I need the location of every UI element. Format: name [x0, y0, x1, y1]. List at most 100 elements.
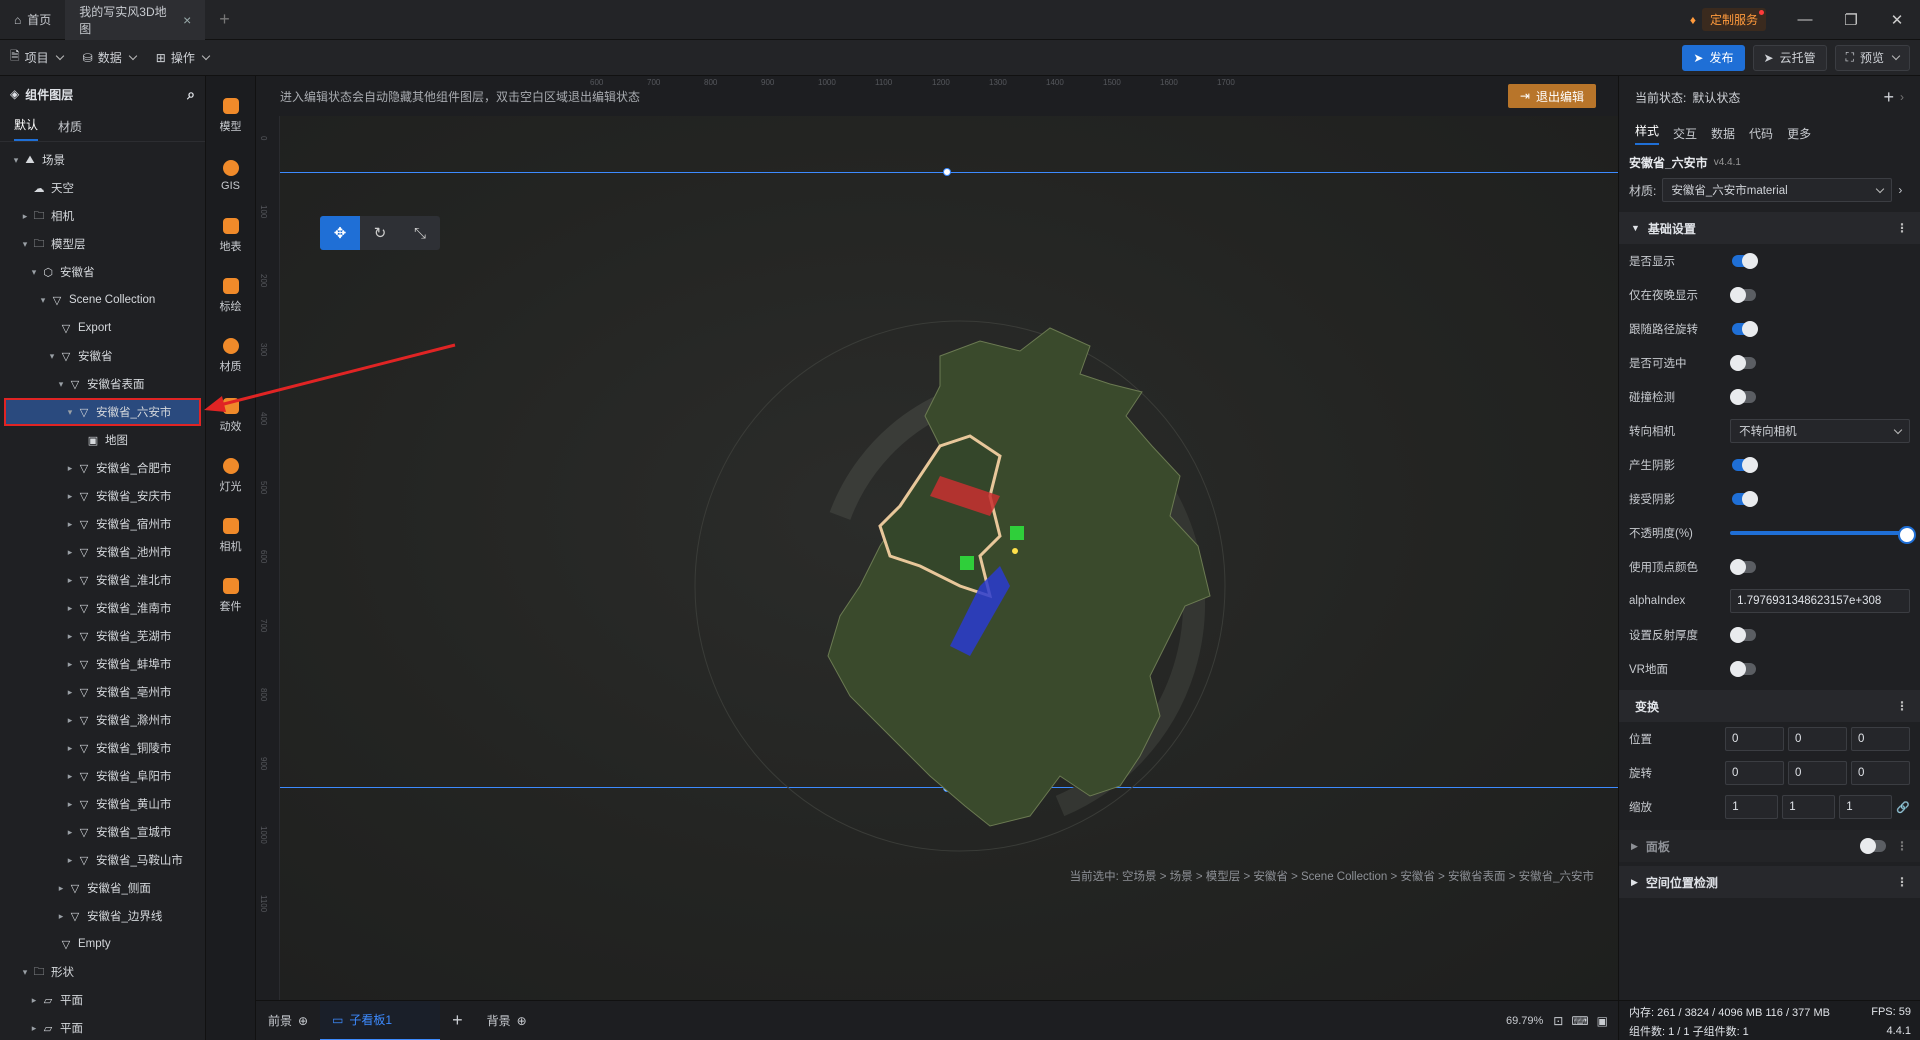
- more-vertical-icon[interactable]: ⋮: [1896, 699, 1908, 713]
- tree-item[interactable]: ▸ ▽ 安徽省_边界线: [4, 902, 201, 930]
- tree-item[interactable]: ▸ 🗀 相机: [4, 202, 201, 230]
- position-y-input[interactable]: 0: [1788, 727, 1847, 751]
- night-only-toggle[interactable]: [1730, 287, 1756, 303]
- menu-data[interactable]: ⛁ 数据: [73, 40, 146, 76]
- tree-item[interactable]: ▾ ▽ 安徽省: [4, 342, 201, 370]
- tree-item[interactable]: ▾ 🗀 模型层: [4, 230, 201, 258]
- scale-y-input[interactable]: 1: [1782, 795, 1836, 819]
- caret-down-icon[interactable]: ▾: [10, 155, 22, 166]
- panel-toggle[interactable]: [1860, 838, 1886, 854]
- fit-screen-icon[interactable]: ⊡: [1553, 1014, 1563, 1028]
- caret-right-icon[interactable]: ▸: [64, 575, 76, 586]
- caret-down-icon[interactable]: ▾: [64, 407, 76, 418]
- position-x-input[interactable]: 0: [1725, 727, 1784, 751]
- caret-down-icon[interactable]: ▾: [55, 379, 67, 390]
- search-icon[interactable]: ⌕: [187, 86, 195, 103]
- menu-project[interactable]: 🗎 项目: [0, 40, 73, 76]
- tree-item[interactable]: ▣ 地图: [4, 426, 201, 454]
- follow-path-toggle[interactable]: [1732, 321, 1758, 337]
- rotation-z-input[interactable]: 0: [1851, 761, 1910, 785]
- cloud-host-button[interactable]: ➤ 云托管: [1752, 44, 1827, 71]
- tab-foreground[interactable]: 前景 ⊕: [256, 1001, 320, 1040]
- caret-right-icon[interactable]: ▸: [64, 855, 76, 866]
- chevron-right-icon[interactable]: ›: [1898, 183, 1902, 197]
- material-select[interactable]: 安徽省_六安市material: [1662, 178, 1893, 202]
- tree-item[interactable]: ▸ ▽ 安徽省_马鞍山市: [4, 846, 201, 874]
- caret-down-icon[interactable]: ▾: [28, 267, 40, 278]
- caret-right-icon[interactable]: ▸: [64, 463, 76, 474]
- spatial-detect-header[interactable]: ▶ 空间位置检测 ⋮: [1619, 866, 1920, 898]
- tool-kit[interactable]: 套件: [206, 566, 255, 626]
- tab-material[interactable]: 材质: [58, 118, 82, 141]
- tree-item[interactable]: ▾ 🗀 形状: [4, 958, 201, 986]
- scale-x-input[interactable]: 1: [1725, 795, 1779, 819]
- new-tab-button[interactable]: +: [205, 0, 244, 40]
- restore-icon[interactable]: ❐: [1828, 0, 1874, 40]
- caret-down-icon[interactable]: ▾: [37, 295, 49, 306]
- tree-item[interactable]: ▸ ▽ 安徽省_宿州市: [4, 510, 201, 538]
- minimize-icon[interactable]: —: [1782, 0, 1828, 40]
- caret-right-icon[interactable]: ▸: [64, 659, 76, 670]
- publish-button[interactable]: ➤ 发布: [1682, 44, 1745, 71]
- chevron-right-icon[interactable]: ›: [1900, 90, 1904, 104]
- caret-down-icon[interactable]: ▾: [46, 351, 58, 362]
- caret-right-icon[interactable]: ▸: [64, 631, 76, 642]
- tree-item[interactable]: ▸ ▽ 安徽省_黄山市: [4, 790, 201, 818]
- tree-item[interactable]: ▸ ▽ 安徽省_安庆市: [4, 482, 201, 510]
- zoom-level[interactable]: 69.79%: [1506, 1015, 1543, 1027]
- tool-marker[interactable]: 标绘: [206, 266, 255, 326]
- cast-shadow-toggle[interactable]: [1732, 457, 1758, 473]
- tree-item[interactable]: ▸ ▽ 安徽省_淮北市: [4, 566, 201, 594]
- visible-toggle[interactable]: [1732, 253, 1758, 269]
- more-vertical-icon[interactable]: ⋮: [1896, 875, 1908, 889]
- tree-item[interactable]: ▸ ▽ 安徽省_淮南市: [4, 594, 201, 622]
- tool-model[interactable]: 模型: [206, 86, 255, 146]
- add-state-icon[interactable]: +: [1883, 87, 1894, 108]
- more-vertical-icon[interactable]: ⋮: [1896, 221, 1908, 235]
- preview-button[interactable]: ⛶ 预览: [1834, 44, 1910, 71]
- tool-camera[interactable]: 相机: [206, 506, 255, 566]
- province-surface[interactable]: [827, 327, 1211, 827]
- tree-item[interactable]: ▸ ▽ 安徽省_阜阳市: [4, 762, 201, 790]
- tree-item[interactable]: ▸ ▱ 平面: [4, 1014, 201, 1040]
- face-camera-select[interactable]: 不转向相机: [1730, 419, 1910, 443]
- caret-right-icon[interactable]: ▸: [64, 547, 76, 558]
- tree-item[interactable]: ▸ ▽ 安徽省_蚌埠市: [4, 650, 201, 678]
- panel-section-header[interactable]: ▶ 面板 ⋮: [1619, 830, 1920, 862]
- caret-right-icon[interactable]: ▸: [64, 491, 76, 502]
- more-vertical-icon[interactable]: ⋮: [1896, 839, 1908, 853]
- tab-default[interactable]: 默认: [14, 116, 39, 141]
- custom-service-button[interactable]: 定制服务: [1701, 8, 1766, 31]
- caret-right-icon[interactable]: ▸: [28, 995, 40, 1006]
- tree-item[interactable]: ▾ ⬡ 安徽省: [4, 258, 201, 286]
- tree-item[interactable]: ▾ ▽ 安徽省_六安市: [4, 398, 201, 426]
- terminal-icon[interactable]: ▣: [1597, 1014, 1608, 1028]
- basic-settings-header[interactable]: ▼ 基础设置 ⋮: [1619, 212, 1920, 244]
- close-tab-icon[interactable]: ×: [183, 12, 191, 28]
- tree-item[interactable]: ▸ ▽ 安徽省_芜湖市: [4, 622, 201, 650]
- tree-item[interactable]: ▸ ▽ 安徽省_铜陵市: [4, 734, 201, 762]
- tab-background[interactable]: 背景 ⊕: [475, 1001, 539, 1040]
- caret-down-icon[interactable]: ▾: [19, 967, 31, 978]
- scale-z-input[interactable]: 1: [1839, 795, 1893, 819]
- tree-item[interactable]: ▽ Empty: [4, 930, 201, 958]
- caret-right-icon[interactable]: ▸: [19, 211, 31, 222]
- keyboard-icon[interactable]: ⌨: [1571, 1014, 1588, 1028]
- caret-right-icon[interactable]: ▸: [55, 911, 67, 922]
- alpha-index-input[interactable]: 1.7976931348623157e+308: [1730, 589, 1910, 613]
- opacity-slider[interactable]: [1730, 526, 1916, 544]
- tab-home[interactable]: ⌂ 首页: [0, 0, 65, 40]
- selectable-toggle[interactable]: [1730, 355, 1756, 371]
- tree-item[interactable]: ▸ ▽ 安徽省_侧面: [4, 874, 201, 902]
- caret-right-icon[interactable]: ▸: [64, 687, 76, 698]
- editor-canvas[interactable]: 进入编辑状态会自动隐藏其他组件图层，双击空白区域退出编辑状态 ⇥ 退出编辑 60…: [256, 76, 1618, 1000]
- caret-right-icon[interactable]: ▸: [64, 771, 76, 782]
- vr-map-toggle[interactable]: [1730, 661, 1756, 677]
- vertex-color-toggle[interactable]: [1730, 559, 1756, 575]
- collision-toggle[interactable]: [1730, 389, 1756, 405]
- tree-item[interactable]: ▾ ▽ 安徽省表面: [4, 370, 201, 398]
- caret-right-icon[interactable]: ▸: [64, 799, 76, 810]
- plus-circle-icon[interactable]: ⊕: [517, 1014, 527, 1028]
- tree-item[interactable]: ▾ ⛰ 场景: [4, 146, 201, 174]
- close-window-icon[interactable]: ✕: [1874, 0, 1920, 40]
